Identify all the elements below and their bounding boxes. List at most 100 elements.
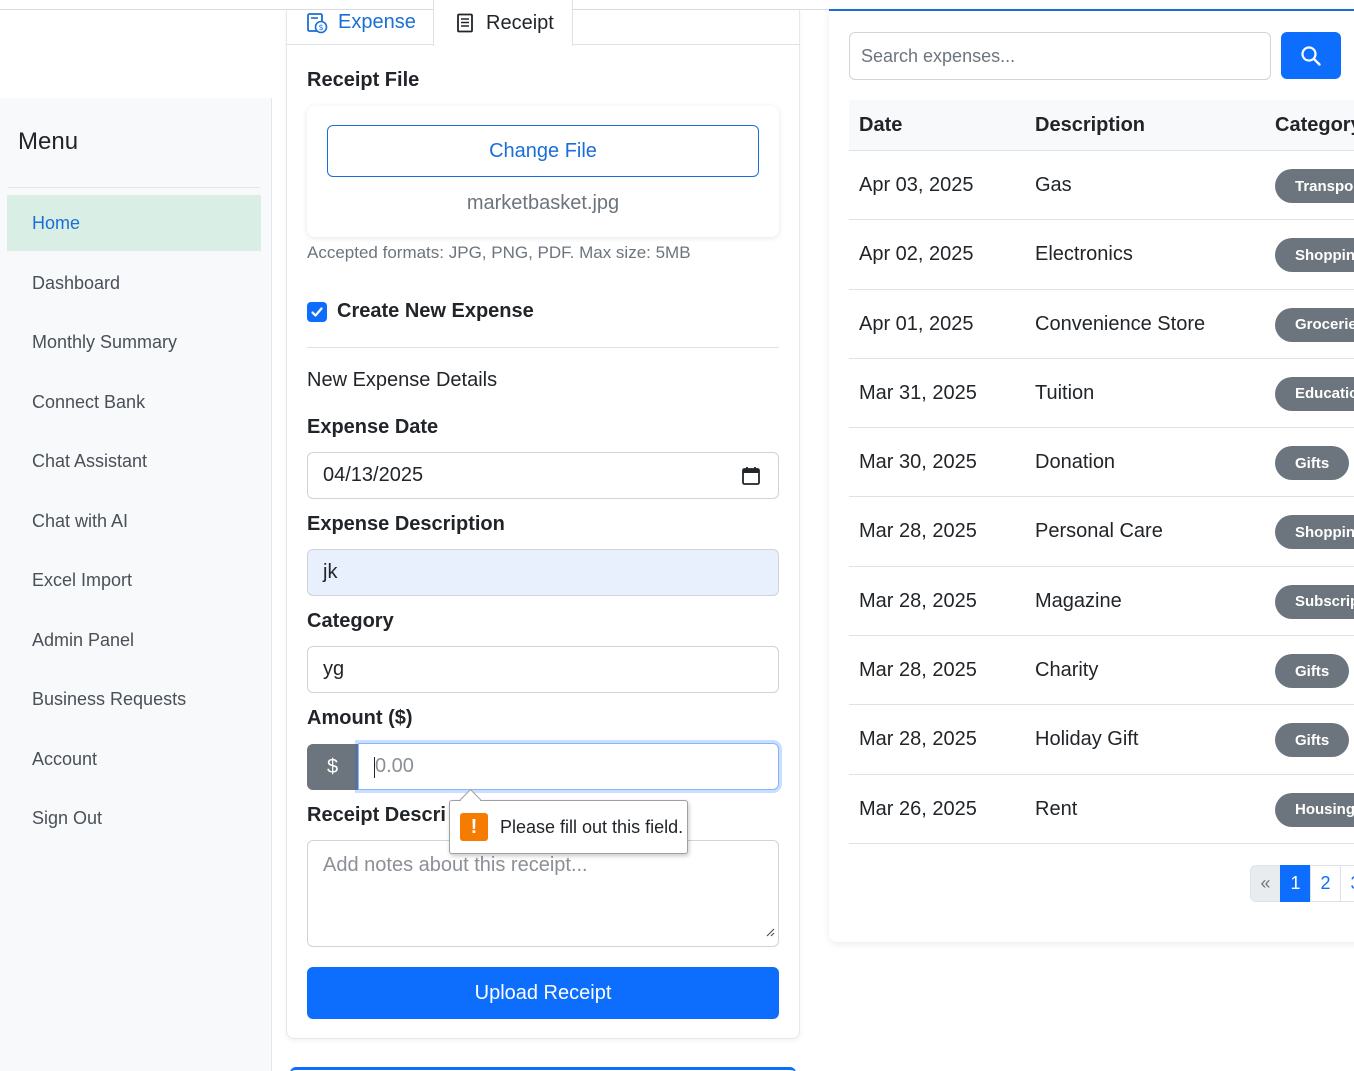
table-header: Date Description Category [849,100,1354,151]
menu-divider [8,187,260,188]
sidebar-item-monthly-summary[interactable]: Monthly Summary [7,314,261,370]
receipt-description-textarea[interactable]: Add notes about this receipt... [307,840,779,947]
pagination-prev[interactable]: « [1250,865,1281,902]
cell-description: Holiday Gift [1035,728,1139,751]
expense-date-input[interactable]: 04/13/2025 [307,452,779,499]
category-badge: Gifts [1275,654,1350,689]
create-new-expense-label[interactable]: Create New Expense [337,300,534,323]
sidebar-item-chat-assistant[interactable]: Chat Assistant [7,433,261,489]
amount-placeholder: 0.00 [375,755,414,777]
table-body: Apr 03, 2025 Gas Transportation Apr 02, 202… [849,151,1354,844]
cell-date: Mar 28, 2025 [859,589,977,612]
text-caret [374,757,375,778]
category-badge: Transportation [1275,169,1354,203]
tab-expense-label: Expense [338,11,416,33]
menu-title: Menu [18,128,79,155]
expense-date-label: Expense Date [307,416,439,438]
category-value: yg [323,658,345,680]
category-badge: Subscriptions [1275,584,1354,619]
category-badge: Shopping [1275,238,1354,273]
table-row[interactable]: Apr 02, 2025 Electronics Shopping [849,220,1354,290]
category-input[interactable]: yg [307,646,779,693]
category-badge: Gifts [1275,446,1350,481]
cell-description: Gas [1035,174,1072,196]
search-placeholder: Search expenses... [861,45,1016,66]
validation-tooltip: ! Please fill out this field. [449,800,688,854]
sidebar: Menu Home Dashboard Monthly Summary Conn… [0,98,272,1071]
checkmark-icon [311,307,323,317]
sidebar-item-home[interactable]: Home [7,195,261,251]
document-icon [454,12,476,34]
table-row[interactable]: Apr 01, 2025 Convenience Store Groceries [849,290,1354,359]
table-row[interactable]: Mar 28, 2025 Magazine Subscriptions [849,567,1354,637]
cell-date: Mar 26, 2025 [859,797,977,820]
sidebar-item-admin-panel[interactable]: Admin Panel [7,612,261,668]
cell-description: Magazine [1035,589,1122,612]
search-button[interactable] [1281,32,1341,79]
amount-input[interactable]: 0.00 [358,743,779,790]
pagination-page-2[interactable]: 2 [1310,865,1341,902]
expense-date-value: 04/13/2025 [323,464,424,486]
expenses-table: Date Description Category Apr 03, 2025 Ga… [849,100,1354,844]
cell-date: Mar 31, 2025 [859,381,977,404]
cell-date: Mar 28, 2025 [859,659,977,682]
upload-receipt-button[interactable]: Upload Receipt [307,967,779,1019]
cell-date: Mar 30, 2025 [859,451,977,474]
change-file-button[interactable]: Change File [327,125,759,177]
warning-icon: ! [460,813,488,841]
sidebar-item-account[interactable]: Account [7,731,261,787]
table-row[interactable]: Apr 03, 2025 Gas Transportation [849,151,1354,221]
sidebar-item-sign-out[interactable]: Sign Out [7,790,261,846]
category-badge: Gifts [1275,723,1350,758]
expense-description-input[interactable]: jk [307,549,779,596]
cell-description: Donation [1035,451,1116,474]
cell-date: Mar 28, 2025 [859,520,977,543]
cell-description: Rent [1035,797,1078,820]
menu-list: Home Dashboard Monthly Summary Connect B… [7,195,261,850]
cell-description: Convenience Store [1035,312,1206,335]
table-row[interactable]: Mar 30, 2025 Donation Gifts [849,428,1354,498]
cell-date: Apr 01, 2025 [859,312,974,335]
table-row[interactable]: Mar 28, 2025 Holiday Gift Gifts [849,705,1354,775]
pagination: « 1 2 3 [1250,865,1354,902]
category-label: Category [307,610,394,632]
sidebar-item-dashboard[interactable]: Dashboard [7,255,261,311]
table-row[interactable]: Mar 26, 2025 Rent Housing [849,775,1354,844]
column-header-date[interactable]: Date [859,114,902,137]
table-row[interactable]: Mar 28, 2025 Personal Care Shopping [849,497,1354,567]
tab-receipt[interactable]: Receipt [433,0,573,46]
sidebar-item-business-requests[interactable]: Business Requests [7,671,261,727]
cell-description: Tuition [1035,381,1095,404]
pagination-page-3[interactable]: 3 [1340,865,1354,902]
pagination-page-1[interactable]: 1 [1280,865,1311,902]
create-new-expense-checkbox[interactable] [307,302,327,322]
app-root: Menu Home Dashboard Monthly Summary Conn… [0,0,1354,1071]
receipt-description-label: Receipt Description [307,804,447,826]
validation-message: Please fill out this field. [500,816,684,837]
tab-receipt-label: Receipt [486,11,554,34]
sidebar-item-excel-import[interactable]: Excel Import [7,552,261,608]
sidebar-item-chat-with-ai[interactable]: Chat with AI [7,493,261,549]
currency-prefix: $ [307,744,358,790]
cell-description: Electronics [1035,243,1133,266]
search-input[interactable]: Search expenses... [849,32,1271,80]
column-header-description[interactable]: Description [1035,114,1145,137]
category-badge: Education [1275,376,1354,411]
cell-date: Apr 03, 2025 [859,174,974,196]
sidebar-item-connect-bank[interactable]: Connect Bank [7,374,261,430]
receipt-dollar-icon: $ [306,12,328,34]
file-format-hint: Accepted formats: JPG, PNG, PDF. Max siz… [307,243,691,262]
column-header-category[interactable]: Category [1275,114,1354,137]
tab-expense[interactable]: $ Expense [306,0,416,45]
table-row[interactable]: Mar 28, 2025 Charity Gifts [849,636,1354,706]
calendar-icon[interactable] [742,466,760,491]
cell-date: Mar 28, 2025 [859,728,977,751]
cell-description: Charity [1035,659,1099,682]
expense-description-value: jk [323,561,338,583]
table-row[interactable]: Mar 31, 2025 Tuition Education [849,359,1354,429]
expense-description-label: Expense Description [307,513,505,535]
file-name: marketbasket.jpg [466,192,620,214]
form-tabs: $ Expense Receipt [286,0,800,46]
resize-handle-icon[interactable] [765,920,775,943]
receipt-description-placeholder: Add notes about this receipt... [323,854,588,876]
